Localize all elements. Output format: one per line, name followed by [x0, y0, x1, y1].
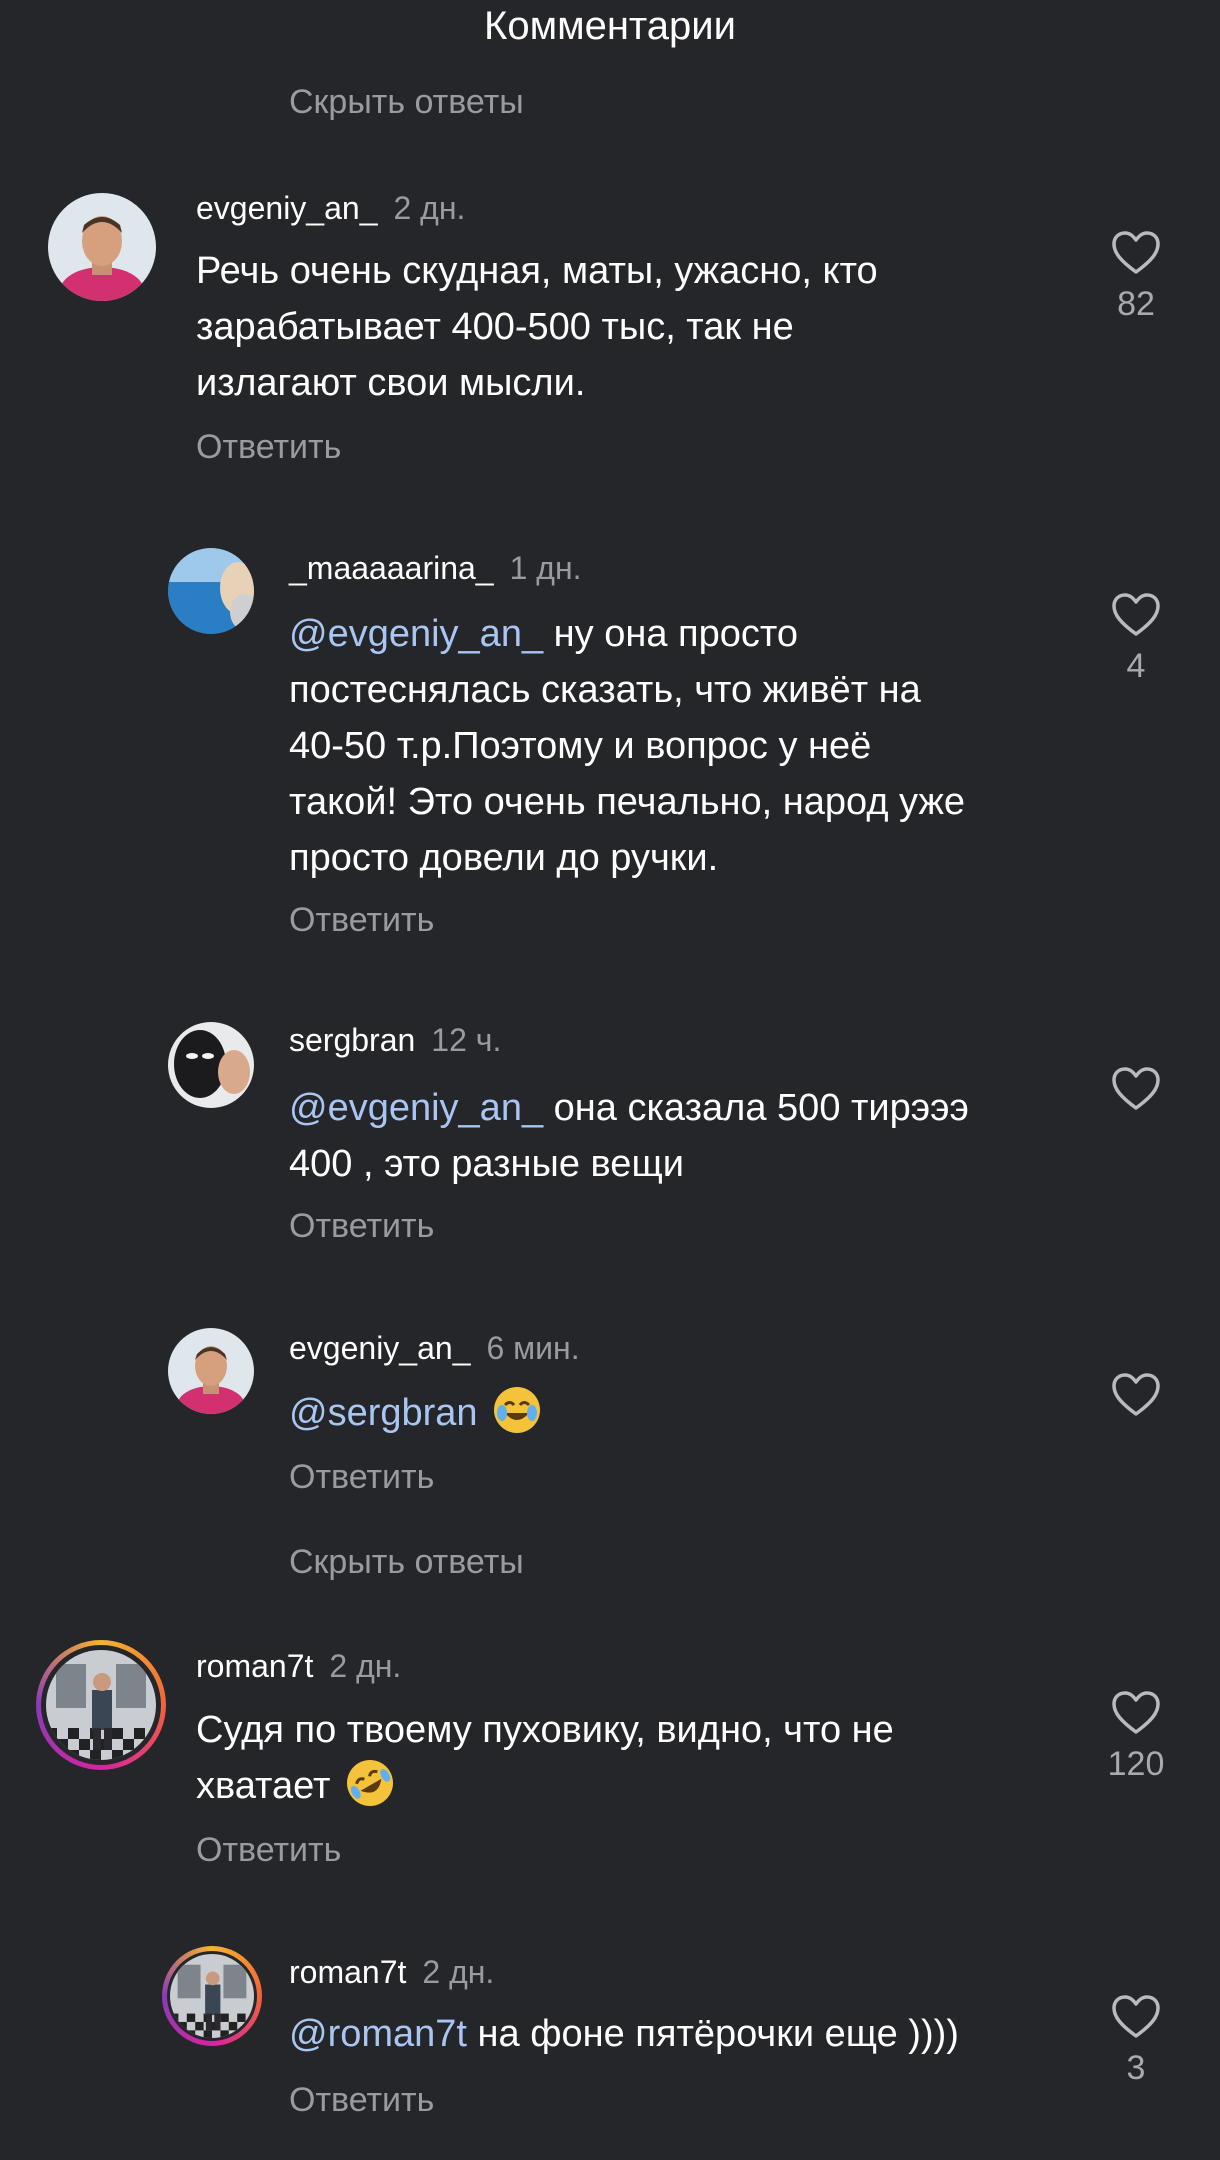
comment-username[interactable]: roman7t [289, 1954, 406, 1990]
reply-button[interactable]: Ответить [196, 1828, 341, 1872]
avatar[interactable] [168, 548, 254, 634]
comment-text-line: @evgeniy_an_ она сказала 500 тирэээ [289, 1080, 1089, 1136]
comment-text-line: просто довели до ручки. [289, 837, 719, 879]
comment-text-line: зарабатывает 400-500 тыс, так не [196, 306, 794, 348]
comment-meta: sergbran 12 ч. [289, 1018, 501, 1062]
like-button[interactable]: 4 [1106, 592, 1166, 686]
comment-text-line: Речь очень скудная, маты, ужасно, кто [196, 250, 878, 292]
heart-icon [1112, 1691, 1160, 1734]
avatar[interactable] [168, 1328, 254, 1414]
comment-username[interactable]: sergbran [289, 1022, 415, 1058]
comment-meta: evgeniy_an_ 2 дн. [196, 186, 465, 230]
heart-icon [1112, 1995, 1160, 2038]
like-button[interactable]: 120 [1106, 1690, 1166, 1784]
like-button[interactable] [1106, 1372, 1166, 1418]
comment-text-line: @evgeniy_an_ ну она просто [289, 606, 1089, 662]
comment-text-line: постеснялась сказать, что живёт на [289, 669, 921, 711]
comment-meta: roman7t 2 дн. [289, 1950, 494, 1994]
comment-text-fragment: хватает [196, 1765, 342, 1807]
reply-button[interactable]: Ответить [289, 1204, 434, 1248]
comment-text-line: @sergbran [289, 1385, 1089, 1441]
avatar-image [168, 548, 254, 634]
page-title: Комментарии [484, 4, 736, 48]
mention-link[interactable]: @evgeniy_an_ [289, 613, 543, 655]
comment-timestamp: 12 ч. [431, 1022, 502, 1058]
comment-text: @evgeniy_an_ она сказала 500 тирэээ 400 … [289, 1080, 1089, 1192]
mention-link[interactable]: @evgeniy_an_ [289, 1087, 543, 1129]
story-ring[interactable] [36, 1640, 166, 1770]
comment-timestamp: 6 мин. [486, 1330, 580, 1366]
comment-username[interactable]: _maaaaarina_ [289, 550, 494, 586]
comment-text-line: @roman7t на фоне пятёрочки еще )))) [289, 2006, 1089, 2062]
comment-text-line: такой! Это очень печально, народ уже [289, 781, 966, 823]
story-ring[interactable] [162, 1946, 262, 2046]
reply-button[interactable]: Ответить [289, 898, 434, 942]
like-button[interactable] [1106, 1066, 1166, 1112]
comment-meta: roman7t 2 дн. [196, 1644, 401, 1688]
comment-text-fragment: ну она просто [543, 613, 798, 655]
like-button[interactable]: 82 [1106, 230, 1166, 324]
comment-text: Судя по твоему пуховику, видно, что не х… [196, 1702, 1016, 1814]
heart-icon [1112, 231, 1160, 274]
comment-username[interactable]: roman7t [196, 1648, 313, 1684]
like-button[interactable]: 3 [1106, 1994, 1166, 2088]
hide-replies-button[interactable]: Скрыть ответы [289, 1540, 524, 1584]
comment-text-fragment: она сказала 500 тирэээ [543, 1087, 969, 1129]
avatar [170, 1954, 254, 2038]
reply-button[interactable]: Ответить [289, 2078, 434, 2122]
comment-text: @roman7t на фоне пятёрочки еще )))) [289, 2006, 1089, 2062]
comment-username[interactable]: evgeniy_an_ [289, 1330, 470, 1366]
comment-text-line: излагают свои мысли. [196, 362, 586, 404]
like-count: 3 [1126, 2049, 1146, 2087]
avatar [46, 1650, 156, 1760]
heart-icon [1112, 1373, 1160, 1416]
comment-text: @sergbran [289, 1385, 1089, 1441]
mention-link[interactable]: @sergbran [289, 1392, 478, 1434]
like-count: 4 [1126, 647, 1146, 685]
heart-icon [1112, 593, 1160, 636]
comment-text-fragment [478, 1392, 489, 1434]
rolling-on-floor-laughing-emoji [347, 1760, 394, 1806]
comment-timestamp: 2 дн. [393, 190, 466, 226]
avatar[interactable] [168, 1022, 254, 1108]
comment-text-fragment: на фоне пятёрочки еще )))) [466, 2013, 959, 2055]
comment-username[interactable]: evgeniy_an_ [196, 190, 377, 226]
comment-text-line: 40-50 т.р.Поэтому и вопрос у неё [289, 725, 872, 767]
avatar-image [168, 1022, 254, 1108]
avatar-image [48, 193, 156, 301]
reply-button[interactable]: Ответить [196, 425, 341, 469]
comment-timestamp: 2 дн. [329, 1648, 402, 1684]
heart-icon [1112, 1067, 1160, 1110]
like-count: 82 [1117, 285, 1155, 323]
comment-text: @evgeniy_an_ ну она просто постеснялась … [289, 606, 1089, 886]
avatar-image [168, 1328, 254, 1414]
comment-text: Речь очень скудная, маты, ужасно, кто за… [196, 243, 1016, 411]
mention-link[interactable]: @roman7t [289, 2013, 467, 2055]
avatar[interactable] [48, 193, 156, 301]
comment-text-line: Судя по твоему пуховику, видно, что не [196, 1709, 894, 1751]
like-count: 120 [1107, 1745, 1165, 1783]
comment-meta: _maaaaarina_ 1 дн. [289, 546, 582, 590]
reply-button[interactable]: Ответить [289, 1455, 434, 1499]
avatar-image [46, 1650, 156, 1760]
avatar-image [170, 1954, 254, 2038]
comment-timestamp: 2 дн. [422, 1954, 495, 1990]
comment-text-line: хватает [196, 1758, 1016, 1814]
comment-timestamp: 1 дн. [509, 550, 582, 586]
face-with-tears-of-joy-emoji [494, 1387, 541, 1433]
hide-replies-button[interactable]: Скрыть ответы [289, 80, 524, 124]
comment-meta: evgeniy_an_ 6 мин. [289, 1326, 580, 1370]
comment-text-line: 400 , это разные вещи [289, 1143, 684, 1185]
